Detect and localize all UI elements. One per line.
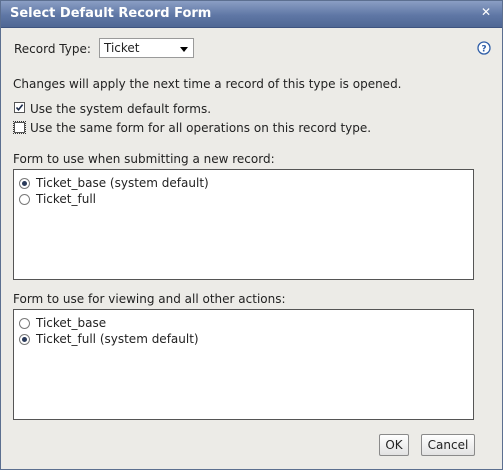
system-default-label: Use the system default forms.	[30, 102, 212, 116]
view-form-list: Ticket_base Ticket_full (system default)	[13, 309, 474, 420]
radio-label: Ticket_base (system default)	[36, 176, 209, 190]
radio-label: Ticket_full (system default)	[36, 332, 199, 346]
cancel-button[interactable]: Cancel	[421, 434, 475, 456]
dialog-title: Select Default Record Form	[10, 6, 212, 21]
radio-selected[interactable]	[19, 334, 30, 345]
radio-label: Ticket_base	[36, 316, 107, 330]
system-default-checkbox[interactable]	[14, 102, 25, 113]
radio-unselected[interactable]	[19, 318, 30, 329]
select-default-record-form-dialog: Select Default Record Form ✕ Record Type…	[0, 0, 503, 470]
submit-section-label: Form to use when submitting a new record…	[13, 152, 275, 166]
chevron-down-icon	[180, 47, 188, 52]
radio-unselected[interactable]	[19, 194, 30, 205]
same-form-checkbox[interactable]	[13, 121, 26, 134]
help-glyph: ?	[481, 45, 486, 55]
same-form-label: Use the same form for all operations on …	[30, 121, 372, 135]
view-section-label: Form to use for viewing and all other ac…	[13, 292, 286, 306]
checkmark-icon	[15, 104, 24, 112]
title-bar[interactable]: Select Default Record Form ✕	[1, 1, 502, 28]
submit-form-list: Ticket_base (system default) Ticket_full	[13, 169, 474, 280]
record-type-select[interactable]: Ticket	[99, 38, 194, 58]
radio-label: Ticket_full	[36, 192, 96, 206]
help-icon[interactable]: ?	[477, 41, 491, 55]
info-text: Changes will apply the next time a recor…	[13, 77, 402, 91]
ok-button[interactable]: OK	[379, 434, 409, 456]
close-icon[interactable]: ✕	[479, 5, 493, 19]
radio-selected[interactable]	[19, 178, 30, 189]
record-type-value: Ticket	[104, 41, 140, 55]
record-type-label: Record Type:	[14, 42, 91, 56]
